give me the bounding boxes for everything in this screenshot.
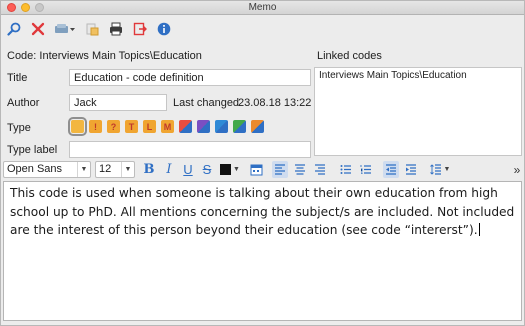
memo-type-question[interactable]: ? (107, 120, 120, 133)
memo-type-t[interactable]: T (125, 120, 138, 133)
chevron-down-icon: ▼ (121, 162, 134, 177)
text-caret (478, 223, 480, 236)
memo-link-icon[interactable] (83, 20, 101, 38)
linked-codes-label: Linked codes (317, 50, 382, 62)
chevron-down-icon: ▼ (77, 162, 90, 177)
memo-type-picker: !? T L M (68, 117, 264, 136)
type-label-field[interactable] (69, 141, 311, 158)
line-spacing-button[interactable]: ▼ (427, 161, 453, 178)
memo-type-green-blue[interactable] (233, 120, 246, 133)
text-color-button[interactable]: ▼ (219, 161, 241, 178)
numbered-list-icon[interactable] (358, 161, 374, 178)
memo-type-purple-blue[interactable] (197, 120, 210, 133)
info-icon[interactable] (155, 20, 173, 38)
underline-button[interactable]: U (180, 161, 196, 178)
more-tools-button[interactable]: » (511, 161, 523, 178)
print-icon[interactable] (107, 20, 125, 38)
strikethrough-button[interactable]: S (199, 161, 215, 178)
insert-date-icon[interactable] (248, 161, 264, 178)
window-title: Memo (248, 2, 277, 13)
font-family-select[interactable]: Open Sans ▼ (3, 161, 91, 178)
title-label: Title (7, 72, 28, 84)
code-path-label: Code: Interviews Main Topics\Education (7, 50, 202, 62)
last-changed-label: Last changed (173, 97, 240, 109)
chevron-down-icon: ▼ (443, 166, 451, 173)
memo-type-blue-green[interactable] (215, 120, 228, 133)
search-icon[interactable] (5, 20, 23, 38)
chevron-down-icon: ▼ (233, 166, 240, 173)
author-field[interactable]: Jack (69, 94, 167, 111)
type-label-label: Type label (7, 144, 58, 156)
memo-toolbar (5, 18, 173, 40)
memo-window: Memo Code: Interviews Main Topics\Educat… (0, 0, 525, 326)
memo-type-question-symbol: ? (110, 121, 117, 132)
memo-type-l[interactable]: L (143, 120, 156, 133)
memo-type-yellow[interactable] (68, 117, 87, 136)
color-swatch-icon (220, 164, 232, 175)
memo-text-editor[interactable]: This code is used when someone is talkin… (3, 181, 522, 321)
memo-type-red-blue[interactable] (179, 120, 192, 133)
indent-icon[interactable] (403, 161, 419, 178)
title-bar: Memo (1, 1, 524, 15)
memo-type-exclamation[interactable]: ! (89, 120, 102, 133)
memo-type-orange-blue[interactable] (251, 120, 264, 133)
delete-icon[interactable] (29, 20, 47, 38)
align-center-icon[interactable] (292, 161, 308, 178)
memo-text: This code is used when someone is talkin… (10, 186, 515, 237)
memo-type-exclamation-symbol: ! (94, 121, 97, 132)
font-family-value: Open Sans (7, 163, 63, 175)
type-label: Type (7, 122, 31, 134)
memo-type-m[interactable]: M (161, 120, 174, 133)
memo-type-l-symbol: L (146, 121, 153, 132)
linked-code-item[interactable]: Interviews Main Topics\Education (319, 70, 517, 81)
linked-codes-list[interactable]: Interviews Main Topics\Education (314, 67, 522, 156)
italic-button[interactable]: I (161, 161, 177, 178)
font-size-value: 12 (99, 163, 112, 175)
align-left-icon[interactable] (272, 161, 288, 178)
export-icon[interactable] (131, 20, 149, 38)
bold-button[interactable]: B (141, 161, 157, 178)
memo-type-t-symbol: T (128, 121, 135, 132)
author-label: Author (7, 97, 40, 109)
font-size-select[interactable]: 12 ▼ (95, 161, 135, 178)
title-field[interactable]: Education - code definition (69, 69, 311, 86)
code-dropdown-icon[interactable] (53, 20, 77, 38)
bullet-list-icon[interactable] (338, 161, 354, 178)
align-right-icon[interactable] (312, 161, 328, 178)
memo-type-m-symbol: M (163, 121, 172, 132)
outdent-icon[interactable] (383, 161, 399, 178)
last-changed-value: 23.08.18 13:22 (238, 97, 312, 109)
